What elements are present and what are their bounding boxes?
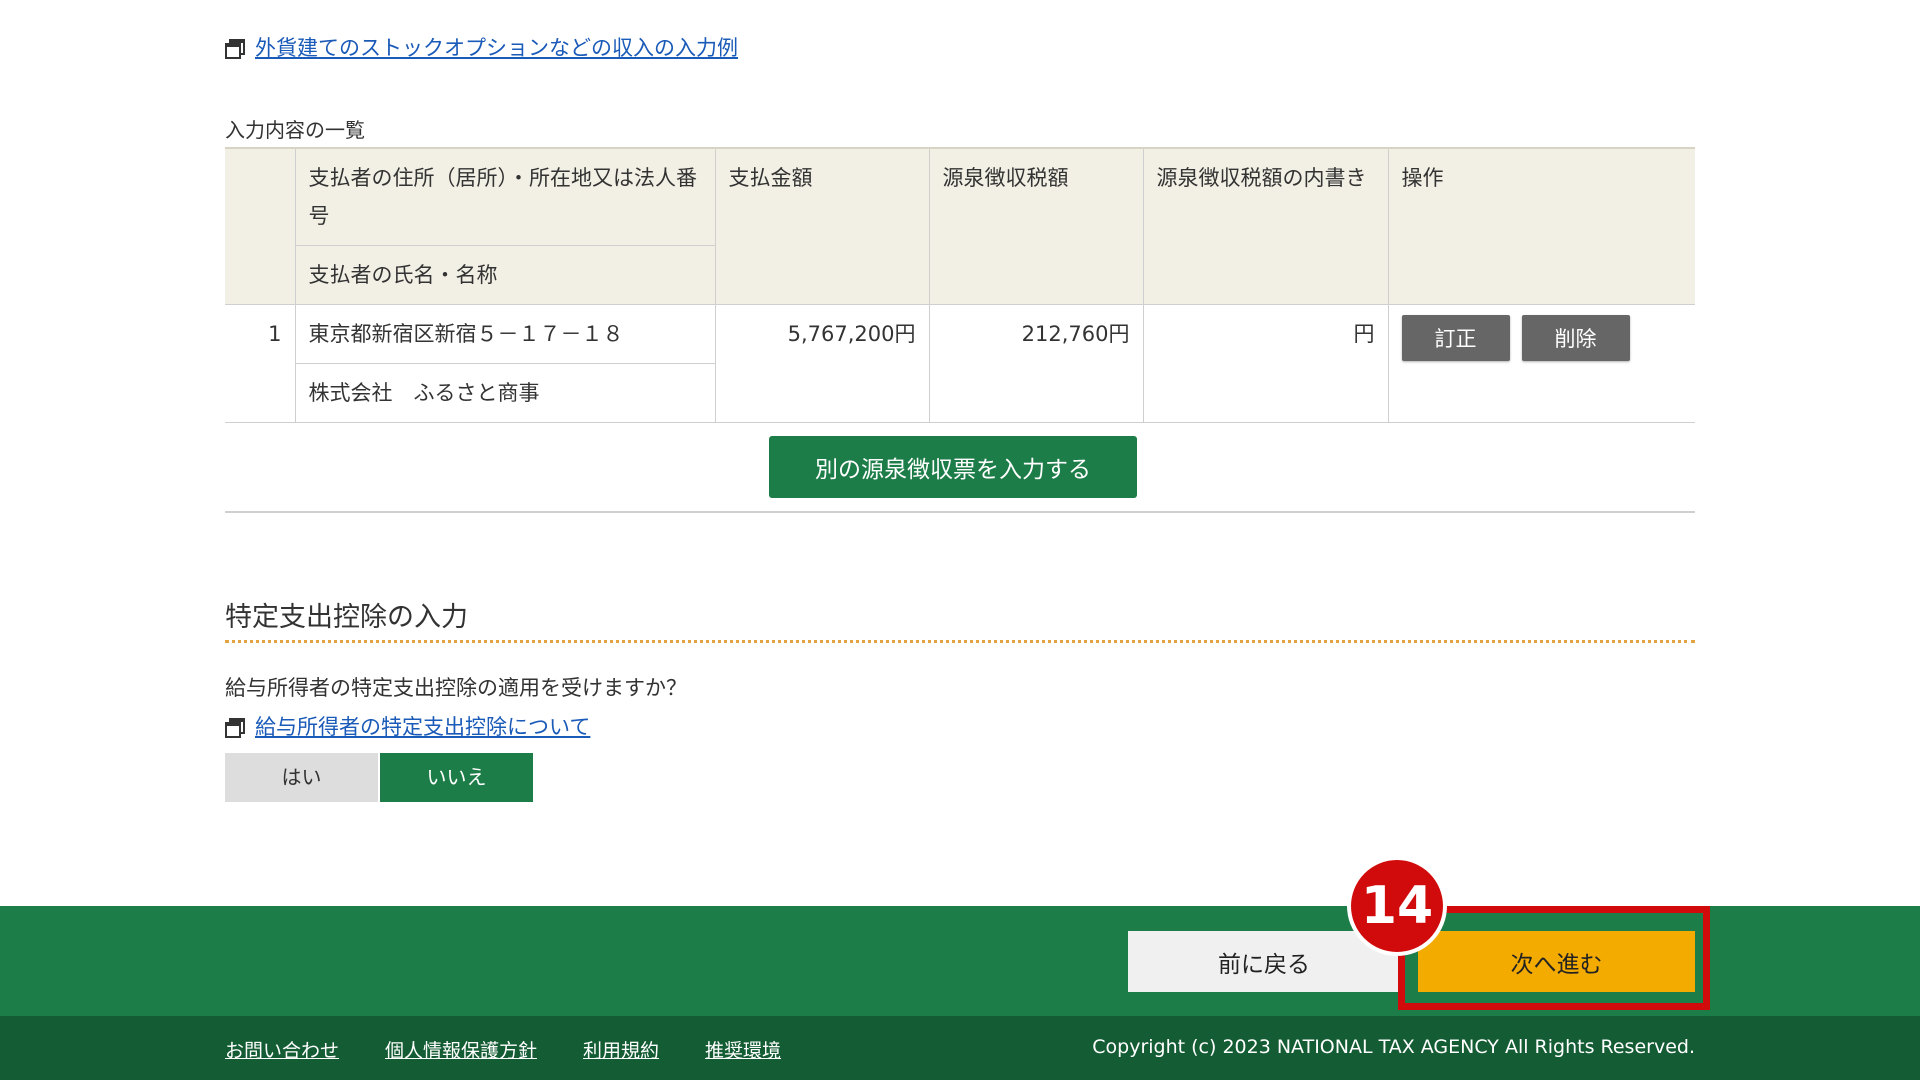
header-withholding-tax: 源泉徴収税額 (928, 147, 1144, 305)
copyright: Copyright (c) 2023 NATIONAL TAX AGENCY A… (1092, 1036, 1695, 1058)
window-icon (225, 39, 245, 59)
row-payer-name: 株式会社 ふるさと商事 (294, 363, 716, 423)
footer-link-privacy[interactable]: 個人情報保護方針 (385, 1036, 537, 1063)
entries-table: 支払者の住所（居所）・所在地又は法人番号 支払金額 源泉徴収税額 源泉徴収税額の… (225, 147, 1695, 423)
deduction-toggle: はい いいえ (225, 753, 1695, 802)
deduction-question: 給与所得者の特定支出控除の適用を受けますか？ (225, 676, 687, 700)
header-payer-address: 支払者の住所（居所）・所在地又は法人番号 (294, 147, 716, 246)
add-withholding-slip-button[interactable]: 別の源泉徴収票を入力する (769, 436, 1137, 498)
row-index: 1 (225, 304, 296, 423)
stock-option-example-link[interactable]: 外貨建てのストックオプションなどの収入の入力例 (255, 32, 738, 62)
edit-button[interactable]: 訂正 (1401, 315, 1510, 361)
header-payment-amount: 支払金額 (714, 147, 930, 305)
footer-link-contact[interactable]: お問い合わせ (225, 1036, 339, 1063)
action-bar: 前に戻る 次へ進む (0, 906, 1920, 1016)
header-withholding-inner: 源泉徴収税額の内書き (1142, 147, 1389, 305)
row-payer-address: 東京都新宿区新宿５－１７－１８ (294, 304, 716, 364)
window-icon (225, 718, 245, 738)
option-yes[interactable]: はい (225, 753, 378, 802)
delete-button[interactable]: 削除 (1521, 315, 1630, 361)
row-operations: 訂正 削除 (1387, 304, 1695, 423)
header-operation: 操作 (1387, 147, 1695, 305)
specific-deduction-info-link[interactable]: 給与所得者の特定支出控除について (255, 711, 590, 741)
footer-links: お問い合わせ 個人情報保護方針 利用規約 推奨環境 (225, 1036, 781, 1063)
add-entry-row: 別の源泉徴収票を入力する (225, 423, 1695, 513)
back-button[interactable]: 前に戻る (1128, 931, 1400, 992)
header-index (225, 147, 296, 305)
row-withholding-inner: 円 (1142, 304, 1389, 423)
footer-link-environment[interactable]: 推奨環境 (705, 1036, 781, 1063)
footer: お問い合わせ 個人情報保護方針 利用規約 推奨環境 Copyright (c) … (0, 1016, 1920, 1080)
top-link-row: 外貨建てのストックオプションなどの収入の入力例 (225, 32, 1695, 62)
next-button[interactable]: 次へ進む (1418, 931, 1695, 992)
option-no[interactable]: いいえ (380, 753, 533, 802)
row-withholding-tax: 212,760円 (928, 304, 1144, 423)
entries-table-wrapper: 支払者の住所（居所）・所在地又は法人番号 支払金額 源泉徴収税額 源泉徴収税額の… (225, 147, 1695, 513)
step-number-badge: 14 (1347, 856, 1447, 956)
footer-link-terms[interactable]: 利用規約 (583, 1036, 659, 1063)
header-payer-name: 支払者の氏名・名称 (294, 245, 716, 305)
entries-caption: 入力内容の一覧 (225, 118, 365, 142)
title-divider (225, 640, 1695, 643)
specific-deduction-title: 特定支出控除の入力 (225, 602, 468, 633)
table-row: 1 東京都新宿区新宿５－１７－１８ 5,767,200円 212,760円 円 … (225, 304, 1695, 423)
deduction-link-row: 給与所得者の特定支出控除について (225, 711, 1695, 741)
row-payment-amount: 5,767,200円 (714, 304, 930, 423)
